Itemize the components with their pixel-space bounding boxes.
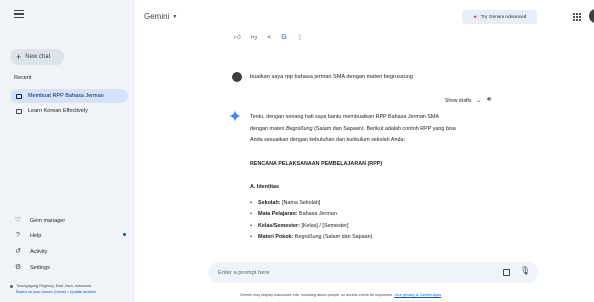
disclaimer: Gemini may display inaccurate info, incl… (240, 293, 442, 297)
sparkle-icon: ✦ (472, 14, 478, 21)
plus-icon: + (16, 51, 22, 62)
list-item: Sekolah: [Nama Sekolah] (250, 198, 520, 210)
show-drafts-button[interactable]: Show drafts ⌄ (445, 97, 482, 105)
google-search-icon[interactable]: G (281, 34, 286, 41)
speaker-icon[interactable]: 🔊︎ (487, 96, 491, 104)
chat-icon (16, 108, 22, 114)
recent-heading: Recent (14, 75, 32, 81)
recent-chat-label: Learn Korean Effectively (28, 108, 88, 114)
apps-grid-icon[interactable] (573, 13, 581, 21)
top-bar: Gemini ▼ ✦ Try Gemini Advanced (135, 0, 594, 28)
recent-chat-label: Membuat RPP Bahasa Jerman (28, 93, 104, 99)
gear-icon: ⚙ (14, 264, 22, 271)
user-avatar (232, 72, 242, 82)
app-title: Gemini (144, 12, 170, 21)
response-subheading: A. Identitas (250, 184, 280, 190)
more-options-icon[interactable]: ⋮ (297, 33, 304, 41)
image-upload-icon[interactable] (503, 269, 510, 276)
response-heading: RENCANA PELAKSANAAN PEMBELAJARAN (RPP) (250, 160, 383, 167)
microphone-icon[interactable]: 🎙︎ (520, 267, 530, 275)
sidebar-item-settings[interactable]: ⚙ Settings (14, 264, 124, 271)
share-icon[interactable]: < (267, 34, 271, 41)
sidebar-item-label: Gem manager (30, 217, 66, 224)
response-actions: 👍︎ 👎︎ < G ⋮ (234, 33, 304, 42)
try-advanced-button[interactable]: ✦ Try Gemini Advanced (462, 10, 537, 24)
sidebar-item-activity[interactable]: ↺ Activity (14, 248, 124, 255)
model-selector[interactable]: Gemini ▼ (144, 12, 177, 21)
user-prompt-text: buatkan saya rpp bahasa jerman SMA denga… (250, 74, 413, 80)
prompt-bar: 🎙︎ (208, 262, 538, 283)
sidebar-item-label: Settings (30, 264, 50, 271)
new-chat-button[interactable]: + New chat (10, 49, 64, 65)
gem-icon: ♡ (14, 217, 22, 224)
notification-dot (123, 233, 126, 236)
location-info: Tulungagung Regency, East Java, Indonesi… (10, 283, 132, 295)
thumbs-down-icon[interactable]: 👎︎ (251, 33, 258, 41)
sidebar: + New chat Recent Membuat RPP Bahasa Jer… (0, 0, 135, 302)
recent-chat-item[interactable]: Learn Korean Effectively (10, 104, 128, 118)
list-item: Mata Pelajaran: Bahasa Jerman (250, 209, 520, 221)
caret-down-icon: ▼ (172, 13, 178, 20)
response-line: dengan materi Begrüßung (Salam dan Sapaa… (250, 125, 456, 132)
sidebar-item-gem-manager[interactable]: ♡ Gem manager (14, 217, 124, 224)
gemini-sparkle-icon (229, 110, 241, 122)
thumbs-up-icon[interactable]: 👍︎ (234, 33, 241, 41)
chevron-down-icon: ⌄ (476, 98, 482, 104)
location-dot-icon (10, 284, 13, 288)
account-avatar[interactable] (589, 9, 594, 23)
location-place: Tulungagung Regency, East Java, Indonesi… (16, 284, 92, 288)
sidebar-item-label: Help (30, 232, 42, 239)
user-message: buatkan saya rpp bahasa jerman SMA denga… (232, 72, 413, 82)
list-item: Kelas/Semester: [Kelas] / [Semester] (250, 221, 520, 233)
history-icon: ↺ (15, 248, 21, 255)
help-icon: ? (16, 232, 20, 239)
sidebar-item-help[interactable]: ? Help (14, 232, 126, 239)
sidebar-item-label: Activity (30, 248, 48, 255)
menu-icon[interactable] (14, 10, 24, 18)
show-drafts-label: Show drafts (445, 97, 472, 104)
prompt-input[interactable] (218, 269, 478, 276)
privacy-link[interactable]: Your privacy & Gemini Apps (394, 293, 441, 297)
gemini-response: Tentu, dengan senang hati saya bantu mem… (250, 112, 520, 259)
response-line: Anda sesuaikan dengan kebutuhan dan kuri… (250, 137, 405, 143)
identity-list: Sekolah: [Nama Sekolah] Mata Pelajaran: … (250, 198, 520, 244)
new-chat-label: New chat (25, 54, 51, 60)
list-item: Materi Pokok: Begrüßung (Salam dan Sapaa… (250, 232, 520, 244)
try-advanced-label: Try Gemini Advanced (480, 14, 527, 20)
recent-chat-item[interactable]: Membuat RPP Bahasa Jerman (10, 89, 128, 103)
response-line: Tentu, dengan senang hati saya bantu mem… (250, 114, 439, 120)
chat-icon (16, 93, 22, 99)
update-location-link[interactable]: Based on your places (Home) • Update loc… (10, 289, 132, 295)
